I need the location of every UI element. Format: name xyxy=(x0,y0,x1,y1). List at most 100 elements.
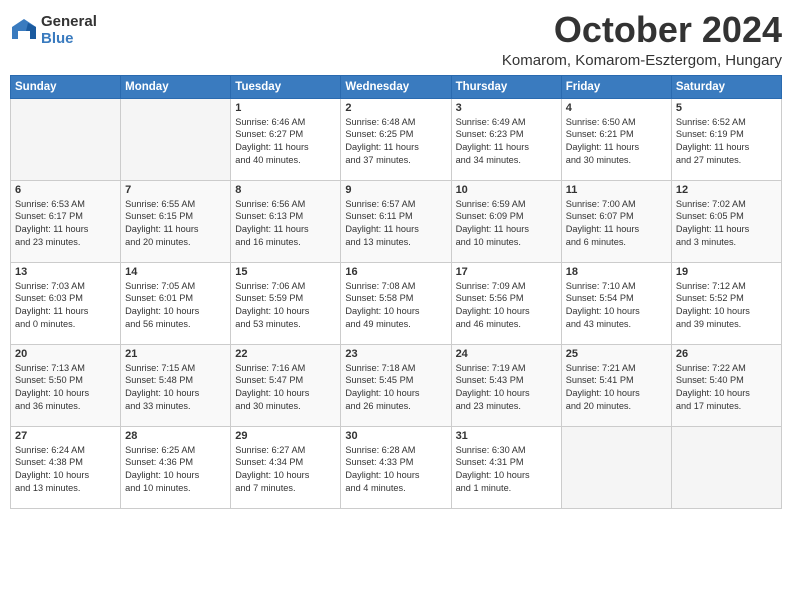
calendar-cell: 31 Sunrise: 6:30 AM Sunset: 4:31 PM Dayli… xyxy=(451,426,561,508)
day-number: 6 xyxy=(15,184,116,196)
day-detail: Sunrise: 7:08 AM Sunset: 5:58 PM Dayligh… xyxy=(345,280,446,332)
day-number: 17 xyxy=(456,266,557,278)
day-number: 27 xyxy=(15,430,116,442)
page-header: General Blue October 2024 Komarom, Komar… xyxy=(10,10,782,69)
calendar-cell: 17 Sunrise: 7:09 AM Sunset: 5:56 PM Dayli… xyxy=(451,262,561,344)
day-number: 21 xyxy=(125,348,226,360)
day-number: 15 xyxy=(235,266,336,278)
day-number: 22 xyxy=(235,348,336,360)
calendar-cell: 4 Sunrise: 6:50 AM Sunset: 6:21 PM Daylig… xyxy=(561,98,671,180)
calendar-header: SundayMondayTuesdayWednesdayThursdayFrid… xyxy=(11,75,782,98)
day-number: 13 xyxy=(15,266,116,278)
logo: General Blue xyxy=(10,14,97,47)
logo-blue: Blue xyxy=(41,31,97,48)
day-number: 1 xyxy=(235,102,336,114)
day-detail: Sunrise: 7:05 AM Sunset: 6:01 PM Dayligh… xyxy=(125,280,226,332)
calendar-cell: 29Sunrise: 6:27 AM Sunset: 4:34 PM Dayli… xyxy=(231,426,341,508)
header-thursday: Thursday xyxy=(451,75,561,98)
day-number: 23 xyxy=(345,348,446,360)
day-detail: Sunrise: 6:25 AM Sunset: 4:36 PM Dayligh… xyxy=(125,444,226,496)
calendar-cell: 18Sunrise: 7:10 AM Sunset: 5:54 PM Dayli… xyxy=(561,262,671,344)
week-row-2: 13 Sunrise: 7:03 AM Sunset: 6:03 PM Dayli… xyxy=(11,262,782,344)
calendar-table: SundayMondayTuesdayWednesdayThursdayFrid… xyxy=(10,75,782,509)
calendar-cell xyxy=(671,426,781,508)
calendar-cell: 9Sunrise: 6:57 AM Sunset: 6:11 PM Daylig… xyxy=(341,180,451,262)
header-friday: Friday xyxy=(561,75,671,98)
day-number: 28 xyxy=(125,430,226,442)
calendar-cell xyxy=(11,98,121,180)
day-number: 2 xyxy=(345,102,446,114)
calendar-cell: 3 Sunrise: 6:49 AM Sunset: 6:23 PM Daylig… xyxy=(451,98,561,180)
day-detail: Sunrise: 6:24 AM Sunset: 4:38 PM Dayligh… xyxy=(15,444,116,496)
calendar-cell: 25 Sunrise: 7:21 AM Sunset: 5:41 PM Dayli… xyxy=(561,344,671,426)
calendar-cell: 20Sunrise: 7:13 AM Sunset: 5:50 PM Dayli… xyxy=(11,344,121,426)
header-wednesday: Wednesday xyxy=(341,75,451,98)
title-block: October 2024 Komarom, Komarom-Esztergom,… xyxy=(502,10,782,69)
calendar-cell: 24 Sunrise: 7:19 AM Sunset: 5:43 PM Dayli… xyxy=(451,344,561,426)
week-row-0: 1 Sunrise: 6:46 AM Sunset: 6:27 PM Daylig… xyxy=(11,98,782,180)
calendar-cell: 30Sunrise: 6:28 AM Sunset: 4:33 PM Dayli… xyxy=(341,426,451,508)
day-detail: Sunrise: 6:27 AM Sunset: 4:34 PM Dayligh… xyxy=(235,444,336,496)
header-monday: Monday xyxy=(121,75,231,98)
day-detail: Sunrise: 7:21 AM Sunset: 5:41 PM Dayligh… xyxy=(566,362,667,414)
day-number: 25 xyxy=(566,348,667,360)
calendar-cell: 13 Sunrise: 7:03 AM Sunset: 6:03 PM Dayli… xyxy=(11,262,121,344)
day-detail: Sunrise: 7:13 AM Sunset: 5:50 PM Dayligh… xyxy=(15,362,116,414)
day-number: 18 xyxy=(566,266,667,278)
day-detail: Sunrise: 7:15 AM Sunset: 5:48 PM Dayligh… xyxy=(125,362,226,414)
day-number: 4 xyxy=(566,102,667,114)
day-detail: Sunrise: 7:09 AM Sunset: 5:56 PM Dayligh… xyxy=(456,280,557,332)
header-sunday: Sunday xyxy=(11,75,121,98)
day-detail: Sunrise: 7:18 AM Sunset: 5:45 PM Dayligh… xyxy=(345,362,446,414)
day-detail: Sunrise: 7:06 AM Sunset: 5:59 PM Dayligh… xyxy=(235,280,336,332)
calendar-cell: 1 Sunrise: 6:46 AM Sunset: 6:27 PM Daylig… xyxy=(231,98,341,180)
day-number: 8 xyxy=(235,184,336,196)
logo-text: General Blue xyxy=(41,14,97,47)
calendar-cell: 12 Sunrise: 7:02 AM Sunset: 6:05 PM Dayli… xyxy=(671,180,781,262)
calendar-cell: 23 Sunrise: 7:18 AM Sunset: 5:45 PM Dayli… xyxy=(341,344,451,426)
calendar-cell: 28 Sunrise: 6:25 AM Sunset: 4:36 PM Dayli… xyxy=(121,426,231,508)
week-row-4: 27 Sunrise: 6:24 AM Sunset: 4:38 PM Dayli… xyxy=(11,426,782,508)
calendar-cell: 7Sunrise: 6:55 AM Sunset: 6:15 PM Daylig… xyxy=(121,180,231,262)
week-row-3: 20Sunrise: 7:13 AM Sunset: 5:50 PM Dayli… xyxy=(11,344,782,426)
day-number: 3 xyxy=(456,102,557,114)
location: Komarom, Komarom-Esztergom, Hungary xyxy=(502,52,782,69)
calendar-cell: 10Sunrise: 6:59 AM Sunset: 6:09 PM Dayli… xyxy=(451,180,561,262)
day-number: 16 xyxy=(345,266,446,278)
day-number: 14 xyxy=(125,266,226,278)
day-detail: Sunrise: 7:12 AM Sunset: 5:52 PM Dayligh… xyxy=(676,280,777,332)
day-detail: Sunrise: 6:49 AM Sunset: 6:23 PM Dayligh… xyxy=(456,116,557,168)
header-tuesday: Tuesday xyxy=(231,75,341,98)
day-number: 31 xyxy=(456,430,557,442)
calendar-cell: 16 Sunrise: 7:08 AM Sunset: 5:58 PM Dayli… xyxy=(341,262,451,344)
day-detail: Sunrise: 6:46 AM Sunset: 6:27 PM Dayligh… xyxy=(235,116,336,168)
day-detail: Sunrise: 7:02 AM Sunset: 6:05 PM Dayligh… xyxy=(676,198,777,250)
day-number: 24 xyxy=(456,348,557,360)
day-detail: Sunrise: 7:16 AM Sunset: 5:47 PM Dayligh… xyxy=(235,362,336,414)
month-title: October 2024 xyxy=(502,10,782,50)
calendar-cell xyxy=(561,426,671,508)
calendar-cell: 2Sunrise: 6:48 AM Sunset: 6:25 PM Daylig… xyxy=(341,98,451,180)
day-detail: Sunrise: 7:03 AM Sunset: 6:03 PM Dayligh… xyxy=(15,280,116,332)
week-row-1: 6Sunrise: 6:53 AM Sunset: 6:17 PM Daylig… xyxy=(11,180,782,262)
calendar-cell: 21 Sunrise: 7:15 AM Sunset: 5:48 PM Dayli… xyxy=(121,344,231,426)
day-number: 19 xyxy=(676,266,777,278)
day-detail: Sunrise: 6:56 AM Sunset: 6:13 PM Dayligh… xyxy=(235,198,336,250)
day-number: 12 xyxy=(676,184,777,196)
calendar-cell: 8 Sunrise: 6:56 AM Sunset: 6:13 PM Daylig… xyxy=(231,180,341,262)
logo-general: General xyxy=(41,14,97,31)
header-saturday: Saturday xyxy=(671,75,781,98)
day-detail: Sunrise: 6:50 AM Sunset: 6:21 PM Dayligh… xyxy=(566,116,667,168)
header-row: SundayMondayTuesdayWednesdayThursdayFrid… xyxy=(11,75,782,98)
day-detail: Sunrise: 6:28 AM Sunset: 4:33 PM Dayligh… xyxy=(345,444,446,496)
day-detail: Sunrise: 6:30 AM Sunset: 4:31 PM Dayligh… xyxy=(456,444,557,496)
calendar-body: 1 Sunrise: 6:46 AM Sunset: 6:27 PM Daylig… xyxy=(11,98,782,508)
day-number: 10 xyxy=(456,184,557,196)
day-detail: Sunrise: 6:55 AM Sunset: 6:15 PM Dayligh… xyxy=(125,198,226,250)
calendar-cell: 22 Sunrise: 7:16 AM Sunset: 5:47 PM Dayli… xyxy=(231,344,341,426)
day-number: 11 xyxy=(566,184,667,196)
day-detail: Sunrise: 7:19 AM Sunset: 5:43 PM Dayligh… xyxy=(456,362,557,414)
day-detail: Sunrise: 7:22 AM Sunset: 5:40 PM Dayligh… xyxy=(676,362,777,414)
day-detail: Sunrise: 7:00 AM Sunset: 6:07 PM Dayligh… xyxy=(566,198,667,250)
calendar-cell: 11 Sunrise: 7:00 AM Sunset: 6:07 PM Dayli… xyxy=(561,180,671,262)
